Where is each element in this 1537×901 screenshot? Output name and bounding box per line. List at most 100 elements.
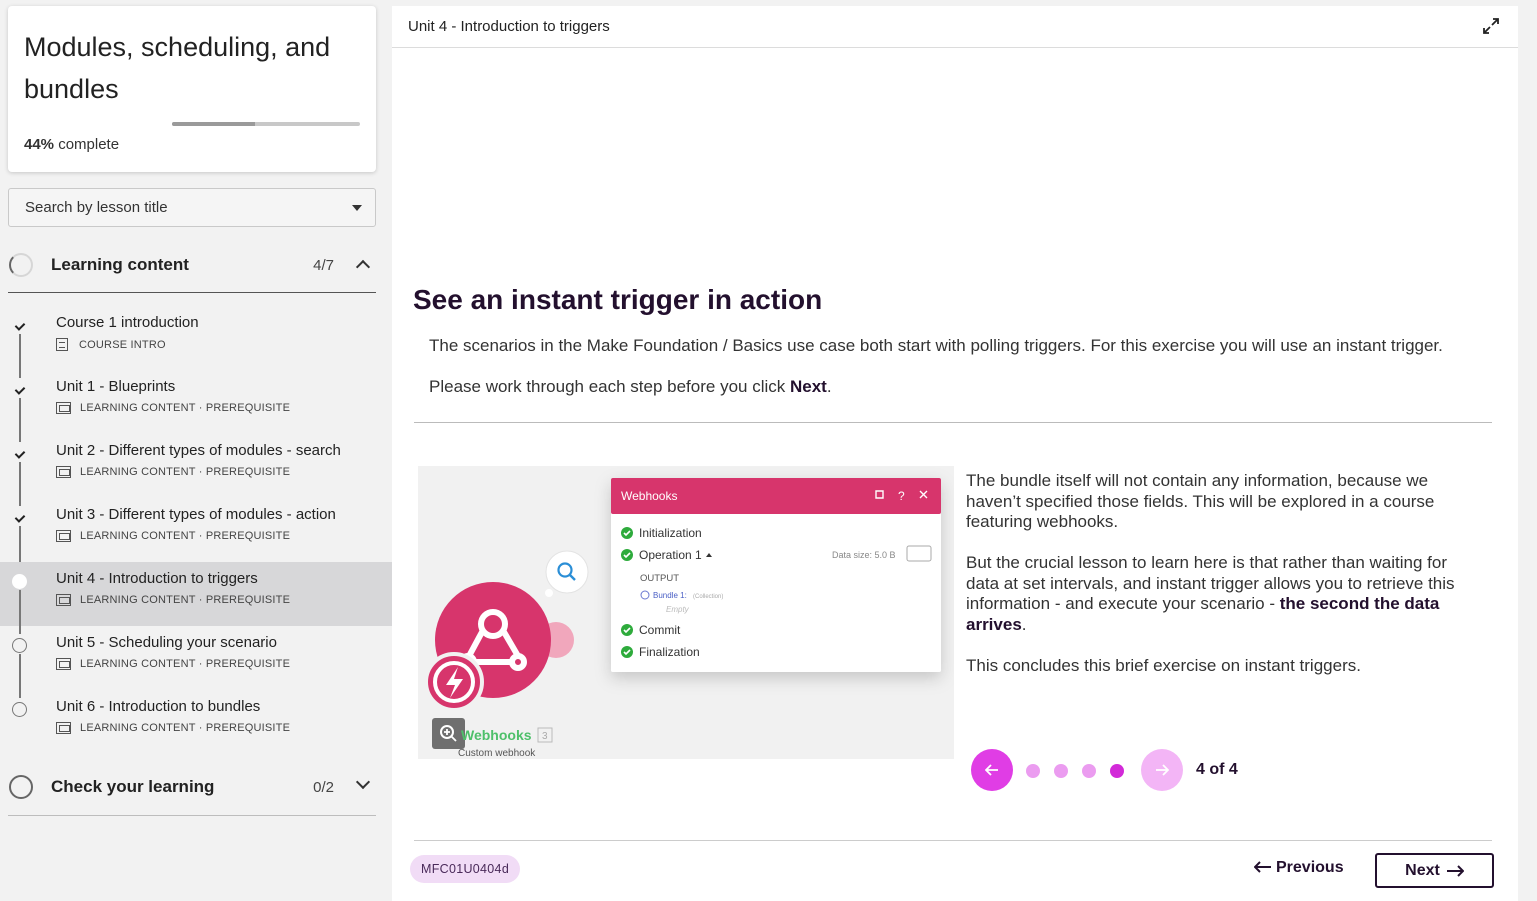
lesson-meta: LEARNING CONTENT · PREREQUISITE bbox=[56, 722, 290, 734]
expand-icon[interactable] bbox=[1482, 17, 1500, 35]
check-icon bbox=[12, 510, 27, 525]
section-divider bbox=[8, 292, 376, 293]
lesson-intro: The scenarios in the Make Foundation / B… bbox=[429, 336, 1443, 355]
check-icon bbox=[12, 318, 27, 333]
output-label: OUTPUT bbox=[640, 573, 679, 584]
description-paragraph: This concludes this brief exercise on in… bbox=[966, 655, 1361, 675]
lesson-item[interactable]: Unit 5 - Scheduling your scenario LEARNIN… bbox=[0, 626, 392, 698]
chevron-down-icon[interactable] bbox=[355, 774, 371, 790]
screen-icon bbox=[56, 402, 71, 414]
status-circle-icon bbox=[12, 574, 27, 589]
screen-icon bbox=[56, 530, 71, 542]
lesson-item[interactable]: Unit 3 - Different types of modules - ac… bbox=[0, 498, 392, 570]
webhook-illustration: Webhooks 3 Custom webhook Webhooks ? Ini… bbox=[424, 478, 941, 759]
module-badge: 3 bbox=[542, 731, 548, 742]
lesson-title: Unit 1 - Blueprints bbox=[56, 378, 176, 395]
lesson-header-title: Unit 4 - Introduction to triggers bbox=[408, 18, 610, 35]
status-circle-icon bbox=[12, 638, 27, 653]
section-title: Learning content bbox=[51, 255, 189, 274]
lesson-item[interactable]: Unit 4 - Introduction to triggers LEARNIN… bbox=[0, 562, 392, 634]
progress-text: 44% complete bbox=[24, 136, 119, 153]
lesson-title: Unit 6 - Introduction to bundles bbox=[56, 698, 261, 715]
arrow-left-icon bbox=[1253, 861, 1271, 873]
description-paragraph: But the crucial lesson to learn here is … bbox=[966, 553, 1476, 635]
lesson-meta-text: LEARNING CONTENT · PREREQUISITE bbox=[80, 594, 291, 606]
lesson-title: Unit 2 - Different types of modules - se… bbox=[56, 442, 341, 459]
carousel-dot[interactable] bbox=[1026, 764, 1040, 778]
progress-suffix: complete bbox=[58, 136, 120, 153]
footer-divider bbox=[414, 840, 1492, 841]
carousel-next-button[interactable] bbox=[1141, 749, 1183, 791]
previous-label: Previous bbox=[1276, 859, 1344, 876]
instruction-text: Please work through each step before you… bbox=[429, 377, 790, 396]
lesson-meta-text: LEARNING CONTENT · PREREQUISITE bbox=[80, 722, 291, 734]
content-divider bbox=[414, 422, 1492, 423]
lesson-item[interactable]: Unit 6 - Introduction to bundles LEARNING… bbox=[0, 690, 392, 754]
carousel-dot[interactable] bbox=[1082, 764, 1096, 778]
lesson-meta-text: COURSE INTRO bbox=[79, 338, 166, 351]
screen-icon bbox=[56, 466, 71, 478]
check-icon bbox=[12, 446, 27, 461]
section-progress-icon bbox=[9, 775, 33, 799]
instruction-bold: Next bbox=[789, 377, 827, 396]
lesson-meta: LEARNING CONTENT · PREREQUISITE bbox=[56, 530, 290, 542]
course-card: Modules, scheduling, and bundles 44% com… bbox=[8, 6, 376, 172]
screen-icon bbox=[56, 594, 71, 606]
lesson-search-placeholder: Search by lesson title bbox=[25, 199, 168, 216]
previous-button[interactable]: Previous bbox=[1253, 859, 1344, 877]
lesson-meta: LEARNING CONTENT · PREREQUISITE bbox=[56, 466, 290, 478]
progress-percent: 44% bbox=[24, 136, 55, 153]
screen-icon bbox=[56, 722, 71, 734]
course-title: Modules, scheduling, and bundles bbox=[24, 32, 331, 104]
arrow-right-icon bbox=[1446, 864, 1464, 877]
status-circle-icon bbox=[12, 702, 27, 717]
svg-text:?: ? bbox=[898, 489, 905, 503]
section-learning-content[interactable]: Learning content 4/7 bbox=[8, 240, 376, 290]
lesson-item[interactable]: Unit 1 - Blueprints LEARNING CONTENT · PR… bbox=[0, 370, 392, 442]
description-paragraph: The bundle itself will not contain any i… bbox=[966, 471, 1435, 531]
carousel-count: 4 of 4 bbox=[1196, 761, 1238, 778]
arrow-right-icon bbox=[1156, 764, 1169, 776]
lesson-panel: Unit 4 - Introduction to triggers See an… bbox=[392, 6, 1518, 901]
lesson-meta-text: LEARNING CONTENT · PREREQUISITE bbox=[80, 530, 291, 542]
webhook-screenshot: Webhooks 3 Custom webhook Webhooks ? Ini… bbox=[418, 466, 954, 759]
section-check-your-learning[interactable]: Check your learning 0/2 bbox=[8, 762, 376, 812]
lesson-meta: LEARNING CONTENT · PREREQUISITE bbox=[56, 402, 290, 414]
lesson-meta: LEARNING CONTENT · PREREQUISITE bbox=[56, 658, 290, 670]
carousel-dot[interactable] bbox=[1054, 764, 1068, 778]
lesson-description: The bundle itself will not contain any i… bbox=[966, 471, 1476, 697]
section-divider bbox=[8, 815, 376, 816]
step-initialization: Initialization bbox=[639, 526, 702, 540]
lesson-search-select[interactable]: Search by lesson title bbox=[8, 188, 376, 227]
step-commit: Commit bbox=[639, 623, 681, 637]
lesson-meta-text: LEARNING CONTENT · PREREQUISITE bbox=[80, 658, 291, 670]
section-progress-icon bbox=[9, 253, 33, 277]
next-button[interactable]: Next bbox=[1375, 853, 1494, 888]
lesson-item[interactable]: Course 1 introduction COURSE INTRO bbox=[0, 306, 392, 378]
data-size: Data size: 5.0 B bbox=[832, 550, 896, 560]
carousel-dot[interactable] bbox=[1110, 764, 1124, 778]
inspect-bubble bbox=[545, 550, 589, 594]
step-operation: Operation 1 bbox=[639, 548, 702, 562]
carousel-prev-button[interactable] bbox=[971, 749, 1013, 791]
check-icon bbox=[12, 382, 27, 397]
lesson-meta-text: LEARNING CONTENT · PREREQUISITE bbox=[80, 466, 291, 478]
lesson-instruction: Please work through each step before you… bbox=[429, 377, 832, 397]
module-name: Webhooks bbox=[461, 727, 532, 743]
course-progress-fill bbox=[172, 122, 255, 126]
lesson-meta-text: LEARNING CONTENT · PREREQUISITE bbox=[80, 402, 291, 414]
section-title: Check your learning bbox=[51, 777, 215, 796]
lesson-title: Unit 5 - Scheduling your scenario bbox=[56, 634, 277, 651]
instruction-suffix: . bbox=[826, 377, 832, 396]
description-suffix: . bbox=[1021, 614, 1027, 634]
bundle-type: (Collection) bbox=[693, 594, 723, 600]
lesson-code-badge: MFC01U0404d bbox=[410, 855, 521, 883]
section-count: 0/2 bbox=[313, 778, 334, 796]
next-label: Next bbox=[1405, 861, 1440, 879]
screen-icon bbox=[56, 658, 71, 670]
chevron-up-icon[interactable] bbox=[355, 259, 371, 275]
arrow-left-icon bbox=[985, 764, 998, 776]
lesson-header: Unit 4 - Introduction to triggers bbox=[392, 6, 1518, 48]
step-carousel: 4 of 4 bbox=[971, 749, 1271, 793]
lesson-item[interactable]: Unit 2 - Different types of modules - se… bbox=[0, 434, 392, 506]
